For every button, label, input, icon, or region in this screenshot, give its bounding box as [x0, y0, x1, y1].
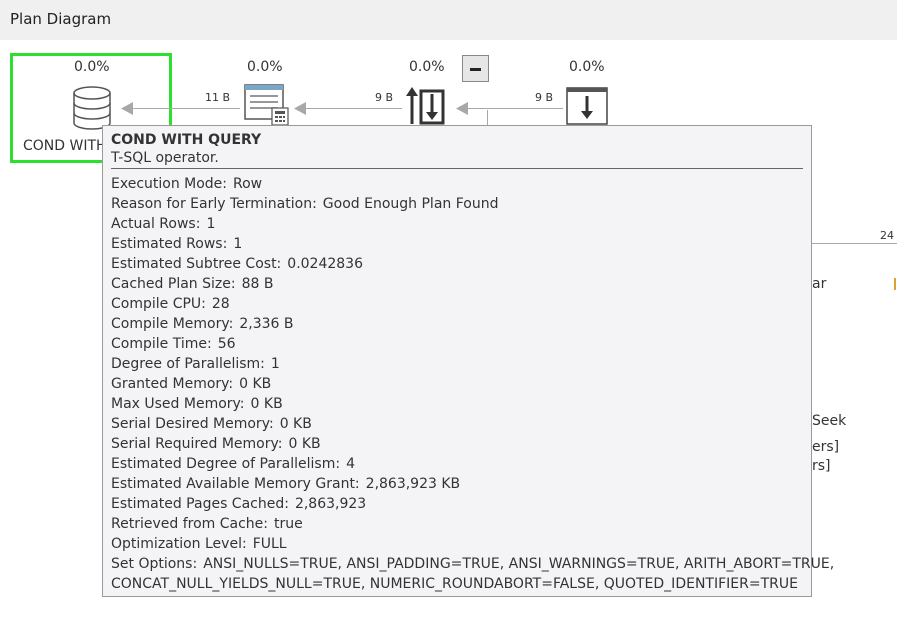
edge-line — [300, 108, 402, 109]
tooltip-property-row: Retrieved from Cache: true — [111, 514, 803, 534]
property-label: Estimated Available Memory Grant: — [111, 476, 360, 492]
property-value: 0 KB — [250, 396, 283, 412]
table-insert-icon[interactable] — [566, 87, 610, 127]
tooltip-property-row: Serial Required Memory: 0 KB — [111, 434, 803, 454]
property-label: Compile CPU: — [111, 296, 206, 312]
tooltip-property-row: Max Used Memory: 0 KB — [111, 394, 803, 414]
tooltip-property-row: Execution Mode: Row — [111, 174, 803, 194]
property-label: Estimated Subtree Cost: — [111, 256, 282, 272]
plan-diagram-header: Plan Diagram — [0, 0, 897, 40]
page-title: Plan Diagram — [10, 10, 112, 28]
property-label: Reason for Early Termination: — [111, 196, 317, 212]
arrow-left-icon — [121, 102, 133, 115]
property-label: Compile Time: — [111, 336, 212, 352]
tooltip-property-row: Cached Plan Size: 88 B — [111, 274, 803, 294]
property-value: 0 KB — [239, 376, 272, 392]
property-value: Good Enough Plan Found — [322, 196, 499, 212]
property-label: Serial Required Memory: — [111, 436, 283, 452]
arrow-left-icon — [456, 102, 468, 115]
collapse-button[interactable] — [462, 55, 489, 82]
property-value: 28 — [211, 296, 230, 312]
tooltip-set-options-continued: CONCAT_NULL_YIELDS_NULL=TRUE, NUMERIC_RO… — [111, 576, 798, 592]
tooltip-property-row: Estimated Rows: 1 — [111, 234, 803, 254]
node-label: COND WITH — [23, 138, 107, 154]
tooltip-property-row: Granted Memory: 0 KB — [111, 374, 803, 394]
property-label: Estimated Pages Cached: — [111, 496, 289, 512]
property-label: Granted Memory: — [111, 376, 234, 392]
operator-tooltip: COND WITH QUERY T-SQL operator. Executio… — [102, 125, 834, 597]
property-value: true — [273, 516, 303, 532]
property-label: Degree of Parallelism: — [111, 356, 265, 372]
sequence-icon[interactable] — [404, 84, 448, 126]
property-value: 0 KB — [288, 436, 321, 452]
tooltip-property-row: Degree of Parallelism: 1 — [111, 354, 803, 374]
node-label-fragment: ar — [812, 276, 827, 292]
edge-label: 11 B — [205, 91, 231, 104]
node-marker — [894, 278, 896, 290]
edge-line — [812, 243, 897, 244]
property-label: Estimated Degree of Parallelism: — [111, 456, 341, 472]
property-value: 56 — [217, 336, 236, 352]
compute-scalar-icon[interactable] — [244, 84, 290, 126]
arrow-left-icon — [294, 102, 306, 115]
tooltip-property-row: Set Options: ANSI_NULLS=TRUE, ANSI_PADDIN… — [111, 554, 834, 574]
property-value: 2,863,923 — [294, 496, 367, 512]
tooltip-property-row: Compile Memory: 2,336 B — [111, 314, 803, 334]
tooltip-property-row: Estimated Subtree Cost: 0.0242836 — [111, 254, 803, 274]
property-label: Actual Rows: — [111, 216, 201, 232]
tooltip-property-row: Estimated Available Memory Grant: 2,863,9… — [111, 474, 803, 494]
property-label: Execution Mode: — [111, 176, 228, 192]
property-label: Cached Plan Size: — [111, 276, 236, 292]
node-label-fragment: rs] — [812, 458, 831, 474]
property-value: ANSI_NULLS=TRUE, ANSI_PADDING=TRUE, ANSI… — [203, 556, 835, 572]
property-label: Set Options: — [111, 556, 198, 572]
property-label: Serial Desired Memory: — [111, 416, 274, 432]
edge-label: 9 B — [375, 91, 394, 104]
edge-label: 24 — [880, 229, 894, 242]
property-label: Optimization Level: — [111, 536, 247, 552]
node-cost: 0.0% — [569, 59, 605, 75]
tooltip-property-row: Serial Desired Memory: 0 KB — [111, 414, 803, 434]
tooltip-separator — [111, 168, 803, 169]
node-label-fragment: Seek — [812, 413, 847, 429]
property-value: 2,863,923 KB — [365, 476, 461, 492]
node-cost: 0.0% — [247, 59, 283, 75]
property-value: 88 B — [241, 276, 274, 292]
edge-line — [463, 108, 563, 109]
node-cost: 0.0% — [409, 59, 445, 75]
tooltip-property-row: Estimated Degree of Parallelism: 4 — [111, 454, 803, 474]
tooltip-property-row: Optimization Level: FULL — [111, 534, 803, 554]
edge-line — [128, 108, 240, 109]
property-value: 4 — [346, 456, 355, 472]
tooltip-subtitle: T-SQL operator. — [111, 150, 219, 166]
property-label: Estimated Rows: — [111, 236, 228, 252]
property-value: 1 — [270, 356, 280, 372]
node-label-fragment: ers] — [812, 439, 840, 455]
tooltip-property-row: Estimated Pages Cached: 2,863,923 — [111, 494, 803, 514]
tooltip-title: COND WITH QUERY — [111, 132, 262, 148]
database-icon[interactable] — [72, 86, 112, 130]
property-label: Retrieved from Cache: — [111, 516, 268, 532]
property-value: 0.0242836 — [287, 256, 363, 272]
property-value: Row — [233, 176, 263, 192]
property-value: 1 — [233, 236, 243, 252]
property-value: FULL — [252, 536, 287, 552]
property-label: Max Used Memory: — [111, 396, 245, 412]
property-value: 0 KB — [279, 416, 312, 432]
edge-label: 9 B — [535, 91, 554, 104]
tooltip-property-row: Compile CPU: 28 — [111, 294, 803, 314]
tooltip-property-row: Reason for Early Termination: Good Enough… — [111, 194, 803, 214]
plan-canvas[interactable]: 0.0% 0.0% 0.0% 0.0% COND WITH 11 B 9 B 9… — [0, 40, 897, 631]
tooltip-property-row: Compile Time: 56 — [111, 334, 803, 354]
property-label: Compile Memory: — [111, 316, 234, 332]
tooltip-property-row: Actual Rows: 1 — [111, 214, 803, 234]
property-value: 2,336 B — [239, 316, 294, 332]
property-value: 1 — [206, 216, 216, 232]
